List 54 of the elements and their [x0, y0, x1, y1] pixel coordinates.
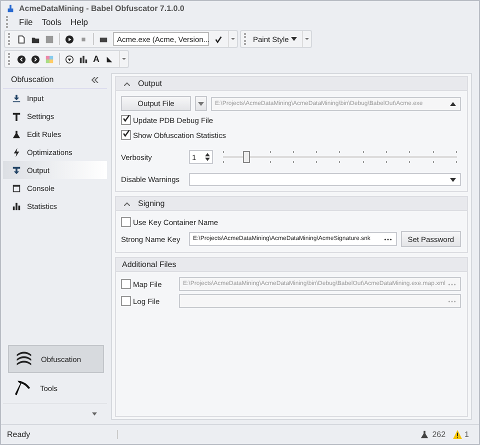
forward-icon[interactable] [31, 54, 40, 64]
color-grid-icon[interactable] [45, 54, 54, 64]
section-header[interactable]: Signing [116, 197, 467, 211]
flask-icon [420, 430, 430, 439]
folder-icon[interactable] [31, 34, 40, 44]
new-file-icon[interactable] [17, 34, 26, 44]
pane-title: Obfuscation [11, 75, 54, 84]
arrow-down-icon [12, 166, 21, 174]
menu-item[interactable]: Help [70, 17, 88, 27]
section-title: Signing [138, 199, 165, 208]
checkbox[interactable] [121, 217, 131, 227]
window-icon [12, 184, 21, 192]
flask-icon [12, 130, 21, 138]
chevron-icon [124, 82, 130, 86]
section-title: Additional Files [122, 260, 176, 269]
back-icon[interactable] [17, 54, 26, 64]
warning-icon [452, 430, 462, 439]
stop-icon[interactable] [79, 34, 88, 44]
window-title: AcmeDataMining - Babel Obfuscator 7.1.0.0 [19, 4, 184, 12]
caret-icon [198, 102, 204, 106]
menu-item[interactable]: Tools [42, 17, 62, 27]
warnings-count: 1 [464, 430, 469, 439]
more-caret-icon[interactable] [92, 412, 97, 416]
caret-icon [290, 37, 297, 41]
checkbox[interactable] [121, 279, 131, 289]
app-icon [6, 4, 15, 12]
caret-icon[interactable] [450, 102, 456, 106]
bar-chart-icon[interactable] [79, 54, 88, 64]
caret-icon [450, 178, 456, 182]
file-path-field[interactable] [179, 294, 461, 308]
collapse-icon[interactable] [91, 76, 99, 82]
arrow-down-icon [12, 94, 21, 102]
checkmark-icon[interactable] [214, 34, 223, 44]
pickaxe-icon [14, 379, 32, 397]
bar-chart-icon [12, 202, 21, 210]
font-button[interactable]: A [93, 54, 100, 64]
letter-t-icon [12, 112, 21, 120]
checkbox[interactable] [121, 130, 131, 140]
ellipsis-icon[interactable] [384, 238, 392, 240]
spin-arrows-icon[interactable] [205, 153, 210, 161]
play-icon[interactable] [65, 34, 74, 44]
rules-count: 262 [432, 430, 446, 439]
overflow-caret-icon[interactable] [118, 51, 128, 67]
dropdown-button[interactable] [195, 96, 207, 111]
overflow-caret-icon[interactable] [228, 31, 237, 47]
chevron-icon [124, 202, 130, 206]
lightning-icon [12, 148, 21, 156]
checkbox[interactable] [121, 115, 131, 125]
layers-icon [15, 350, 33, 368]
section-header[interactable]: Output [116, 77, 467, 91]
checkbox[interactable] [121, 296, 131, 306]
status-text: Ready [7, 430, 118, 439]
section-title: Output [138, 79, 162, 88]
menu-item[interactable]: File [19, 17, 33, 27]
